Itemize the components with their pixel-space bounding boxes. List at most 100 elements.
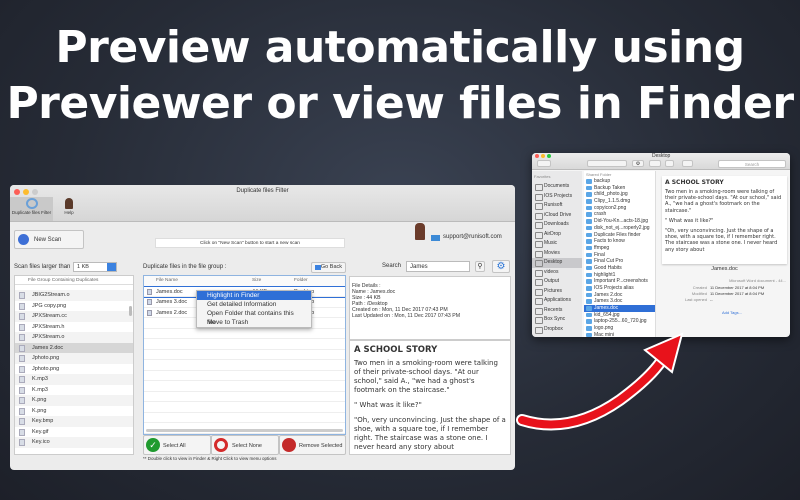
list-item[interactable]: Key.bmp (15, 416, 133, 427)
list-item[interactable]: JPXStream.h (15, 322, 133, 333)
list-item[interactable]: K.mp3 (15, 374, 133, 385)
finder-file-item[interactable]: Clipy_1.1.5.dmg (584, 198, 655, 205)
h-scrollbar[interactable] (146, 429, 343, 432)
finder-file-item[interactable]: Duplicate Files finder (584, 232, 655, 239)
share-button[interactable] (665, 160, 674, 167)
list-item[interactable]: JBIG2Stream.o (15, 290, 133, 301)
list-item-label: Jphoto.png (32, 365, 60, 372)
menu-move-to-trash[interactable]: Move to Trash (197, 318, 311, 327)
list-item-label: K.png (32, 407, 47, 414)
finder-file-item[interactable]: James.doc (584, 305, 655, 312)
toolbar-help[interactable]: Help (60, 197, 78, 221)
finder-sidebar-item[interactable]: Box Sync (532, 315, 582, 325)
finder-sidebar-item[interactable]: Recents (532, 306, 582, 316)
finder-file-item[interactable]: kid_654.jpg (584, 312, 655, 319)
finder-sidebar-item[interactable]: iCloud Drive (532, 211, 582, 221)
finder-sidebar-item[interactable]: Desktop (532, 258, 582, 268)
finder-file-item[interactable]: Final Cut Pro (584, 258, 655, 265)
minimize-button[interactable] (541, 154, 545, 158)
toolbar-duplicate-filter[interactable]: Duplicate files Filter (10, 197, 53, 221)
support-email[interactable]: support@runisoft.com (443, 234, 502, 240)
finder-file-item[interactable]: disk_not_ej...roperly2.jpg (584, 225, 655, 232)
table-row[interactable] (144, 339, 345, 350)
close-button[interactable] (535, 154, 539, 158)
table-row[interactable] (144, 402, 345, 413)
finder-file-item[interactable]: James 2.doc (584, 292, 655, 299)
list-item[interactable]: K.mp3 (15, 385, 133, 396)
finder-sidebar-item[interactable]: Movies (532, 249, 582, 259)
finder-file-item[interactable]: Important P...creenshots (584, 278, 655, 285)
list-item[interactable]: James 2.doc (15, 342, 133, 353)
settings-button[interactable]: ⚙ (492, 260, 510, 273)
finder-file-item[interactable]: Backup Taken (584, 185, 655, 192)
add-tags-link[interactable]: Add Tags... (722, 310, 742, 315)
finder-preview-paragraph: Two men in a smoking-room were talking o… (665, 189, 782, 214)
arrange-button[interactable] (649, 160, 661, 167)
go-back-button[interactable]: Go Back (311, 262, 346, 273)
menu-get-info[interactable]: Get detailed Information (197, 300, 311, 309)
duplicate-groups-list[interactable]: File Group Containing Duplicates JBIG2St… (14, 275, 134, 455)
col-size[interactable]: Size (252, 276, 261, 287)
finder-sidebar-item[interactable]: Applications (532, 296, 582, 306)
finder-column[interactable]: Shared Folder backup Backup Taken child_ph… (584, 171, 656, 337)
table-row[interactable] (144, 413, 345, 423)
new-scan-button[interactable]: New Scan (14, 230, 84, 249)
tags-button[interactable] (682, 160, 693, 167)
scan-size-select[interactable]: 1 KB (73, 262, 117, 272)
finder-file-item[interactable]: James 3.doc (584, 298, 655, 305)
nav-back-forward[interactable] (537, 160, 551, 167)
finder-sidebar-item[interactable]: IOS Projects (532, 192, 582, 202)
finder-sidebar-item[interactable]: videos (532, 268, 582, 278)
finder-search-input[interactable]: Search (718, 160, 786, 168)
list-item[interactable]: JPXStream.o (15, 332, 133, 343)
list-item[interactable]: Key.gif (15, 427, 133, 438)
col-folder[interactable]: Folder (294, 276, 308, 287)
finder-file-item[interactable]: Facts to know (584, 238, 655, 245)
table-row[interactable] (144, 329, 345, 339)
list-item[interactable]: K.png (15, 406, 133, 417)
table-row[interactable] (144, 392, 345, 402)
finder-sidebar-item[interactable]: Pictures (532, 287, 582, 297)
finder-file-item[interactable]: highlight1 (584, 272, 655, 279)
list-item[interactable]: JPG copy.png (15, 301, 133, 312)
finder-sidebar-item[interactable]: Runisoft (532, 201, 582, 211)
table-row[interactable] (144, 350, 345, 360)
finder-file-item[interactable]: copyicon2.png (584, 205, 655, 212)
col-file-name[interactable]: File Name (156, 276, 178, 287)
menu-open-folder[interactable]: Open Folder that contains this file (197, 309, 311, 326)
finder-sidebar-item[interactable]: Output (532, 277, 582, 287)
finder-file-item[interactable]: IOS Projects alias (584, 285, 655, 292)
table-row[interactable] (144, 381, 345, 392)
search-input[interactable]: James (406, 261, 470, 272)
remove-selected-button[interactable]: Remove Selected (279, 435, 346, 455)
list-item[interactable]: JPXStream.cc (15, 311, 133, 322)
finder-file-item[interactable]: laptop-255...60_720.jpg (584, 318, 655, 325)
scrollbar[interactable] (129, 306, 132, 316)
select-all-button[interactable]: ✓ Select All (143, 435, 211, 455)
finder-file-item[interactable]: backup (584, 178, 655, 185)
finder-file-item[interactable]: ffmpeg (584, 245, 655, 252)
finder-file-item[interactable]: child_photo.jpg (584, 191, 655, 198)
zoom-button[interactable] (547, 154, 551, 158)
view-mode-buttons[interactable] (587, 160, 627, 167)
search-button[interactable]: ⚲ (475, 261, 485, 272)
finder-sidebar-item[interactable]: Music (532, 239, 582, 249)
finder-sidebar-item[interactable]: Downloads (532, 220, 582, 230)
finder-file-item[interactable]: Good Habits (584, 265, 655, 272)
list-item[interactable]: Jphoto.png (15, 353, 133, 364)
finder-file-item[interactable]: Did-You-Kn...acts-18.jpg (584, 218, 655, 225)
table-row[interactable] (144, 360, 345, 371)
action-button[interactable]: ⚙ (632, 160, 644, 167)
finder-file-item[interactable]: Final (584, 252, 655, 259)
table-row[interactable] (144, 371, 345, 381)
finder-sidebar-item[interactable]: Documents (532, 182, 582, 192)
list-item[interactable]: Jphoto.png (15, 364, 133, 375)
cell-name: James 2.doc (156, 309, 188, 316)
list-item[interactable]: Key.ico (15, 437, 133, 448)
select-none-button[interactable]: Select None (211, 435, 279, 455)
menu-highlight-in-finder[interactable]: Highlight in Finder (197, 291, 311, 300)
list-item[interactable]: K.png (15, 395, 133, 406)
finder-sidebar-item[interactable]: AirDrop (532, 230, 582, 240)
finder-file-item[interactable]: crash (584, 211, 655, 218)
list-item-label: JPG copy.png (32, 302, 67, 309)
